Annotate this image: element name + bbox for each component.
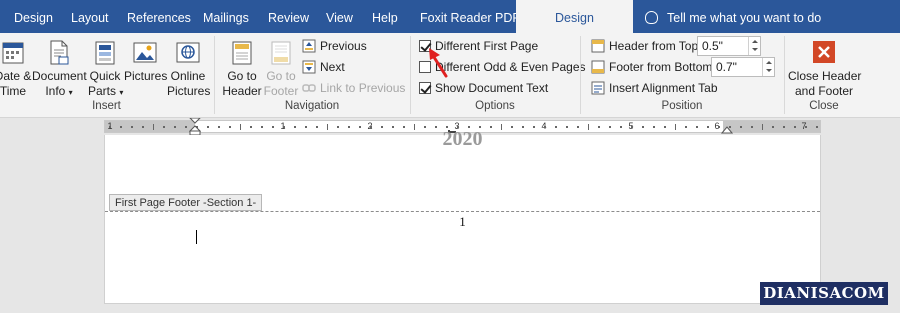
go-to-footer-icon xyxy=(269,39,293,66)
online-pictures-line2: Pictures xyxy=(167,84,211,98)
footer-page-number[interactable]: 1 xyxy=(105,214,820,230)
watermark-logo: DIANISACOM xyxy=(760,282,888,305)
go-to-header-line2: Header xyxy=(222,84,262,98)
tab-references[interactable]: References xyxy=(127,0,191,33)
ribbon-tab-bar: Design Layout References Mailings Review… xyxy=(0,0,900,33)
go-to-footer-line1: Go to xyxy=(266,69,296,83)
document-info-line2: Info ▾ xyxy=(45,84,73,98)
online-picture-icon xyxy=(176,39,200,66)
calendar-icon xyxy=(1,39,25,66)
body-year-text: 2020 xyxy=(442,128,483,150)
pictures-label: Pictures xyxy=(124,69,168,83)
close-group-label: Close xyxy=(809,100,839,112)
header-from-top-label: Header from Top: xyxy=(609,39,702,53)
footer-from-bottom-row: Footer from Bottom: xyxy=(591,57,716,77)
online-pictures-line1: Online xyxy=(170,69,206,83)
different-odd-even-label: Different Odd & Even Pages xyxy=(435,60,586,74)
tab-design-1[interactable]: Design xyxy=(14,0,53,33)
first-page-footer-tag: First Page Footer -Section 1- xyxy=(109,194,263,211)
go-to-header-button[interactable]: Go to Header xyxy=(222,33,262,99)
document-info-button[interactable]: Document Info ▾ xyxy=(32,33,87,100)
tell-me-search[interactable]: Tell me what you want to do xyxy=(645,0,821,33)
tab-foxit-reader-pdf[interactable]: Foxit Reader PDF xyxy=(420,0,520,33)
footer-from-bottom-spinner[interactable]: 0.7" xyxy=(711,57,775,77)
alignment-tab-icon xyxy=(591,81,605,95)
spinner-arrows-icon[interactable] xyxy=(748,37,760,55)
go-to-header-line1: Go to xyxy=(227,69,257,83)
tab-design-header-footer[interactable]: Design xyxy=(516,0,633,33)
footer-from-bottom-value: 0.7" xyxy=(716,60,737,74)
tell-me-text: Tell me what you want to do xyxy=(667,11,822,25)
position-group-label: Position xyxy=(661,100,703,112)
previous-label: Previous xyxy=(320,39,367,53)
options-group-label: Options xyxy=(475,100,515,112)
next-label: Next xyxy=(320,60,345,74)
quick-parts-line1: Quick xyxy=(89,69,121,83)
insert-group-label: Insert xyxy=(92,100,121,112)
quick-parts-icon xyxy=(93,39,117,66)
close-header-footer-line1: Close Header xyxy=(788,69,862,83)
footer-from-bottom-label: Footer from Bottom: xyxy=(609,60,716,74)
header-from-top-value: 0.5" xyxy=(702,39,723,53)
document-page[interactable]: 2020 First Page Footer -Section 1- 1 xyxy=(104,128,821,304)
go-to-footer-line2: Footer xyxy=(263,84,299,98)
tab-view[interactable]: View xyxy=(326,0,353,33)
date-time-button[interactable]: Date & Time xyxy=(0,33,32,99)
date-time-line2: Time xyxy=(0,84,27,98)
picture-icon xyxy=(133,39,157,66)
insert-alignment-tab-label: Insert Alignment Tab xyxy=(609,81,718,95)
quick-parts-button[interactable]: Quick Parts ▾ xyxy=(88,33,124,100)
lightbulb-icon xyxy=(645,11,658,24)
spinner-arrows-icon[interactable] xyxy=(762,58,774,76)
go-to-footer-button[interactable]: Go to Footer xyxy=(263,33,299,99)
online-pictures-button[interactable]: Online Pictures xyxy=(167,33,211,99)
footer-boundary-line xyxy=(105,211,820,212)
link-to-previous-button[interactable]: Link to Previous xyxy=(302,78,405,98)
navigation-group-label: Navigation xyxy=(284,100,340,112)
header-from-top-spinner[interactable]: 0.5" xyxy=(697,36,761,56)
tab-review[interactable]: Review xyxy=(268,0,309,33)
date-time-line1: Date & xyxy=(0,69,32,83)
previous-button[interactable]: Previous xyxy=(302,36,367,56)
go-to-header-icon xyxy=(230,39,254,66)
previous-section-icon xyxy=(302,39,316,53)
close-header-footer-button[interactable]: Close Header and Footer xyxy=(788,33,862,99)
link-to-previous-label: Link to Previous xyxy=(320,81,406,95)
document-info-icon xyxy=(47,39,71,66)
quick-parts-line2: Parts ▾ xyxy=(88,84,124,98)
link-icon xyxy=(302,81,316,95)
annotation-arrow-icon xyxy=(429,48,448,78)
close-icon xyxy=(813,41,835,63)
pictures-button[interactable]: Pictures xyxy=(124,33,168,84)
header-position-icon xyxy=(591,39,605,53)
tab-help[interactable]: Help xyxy=(372,0,398,33)
next-button[interactable]: Next xyxy=(302,57,345,77)
tab-mailings[interactable]: Mailings xyxy=(203,0,249,33)
footer-position-icon xyxy=(591,60,605,74)
insert-alignment-tab-button[interactable]: Insert Alignment Tab xyxy=(591,78,718,98)
next-section-icon xyxy=(302,60,316,74)
text-cursor xyxy=(196,230,197,244)
close-header-footer-line2: and Footer xyxy=(794,84,854,98)
header-from-top-row: Header from Top: xyxy=(591,36,702,56)
document-info-line1: Document xyxy=(32,69,87,83)
tab-layout[interactable]: Layout xyxy=(71,0,109,33)
